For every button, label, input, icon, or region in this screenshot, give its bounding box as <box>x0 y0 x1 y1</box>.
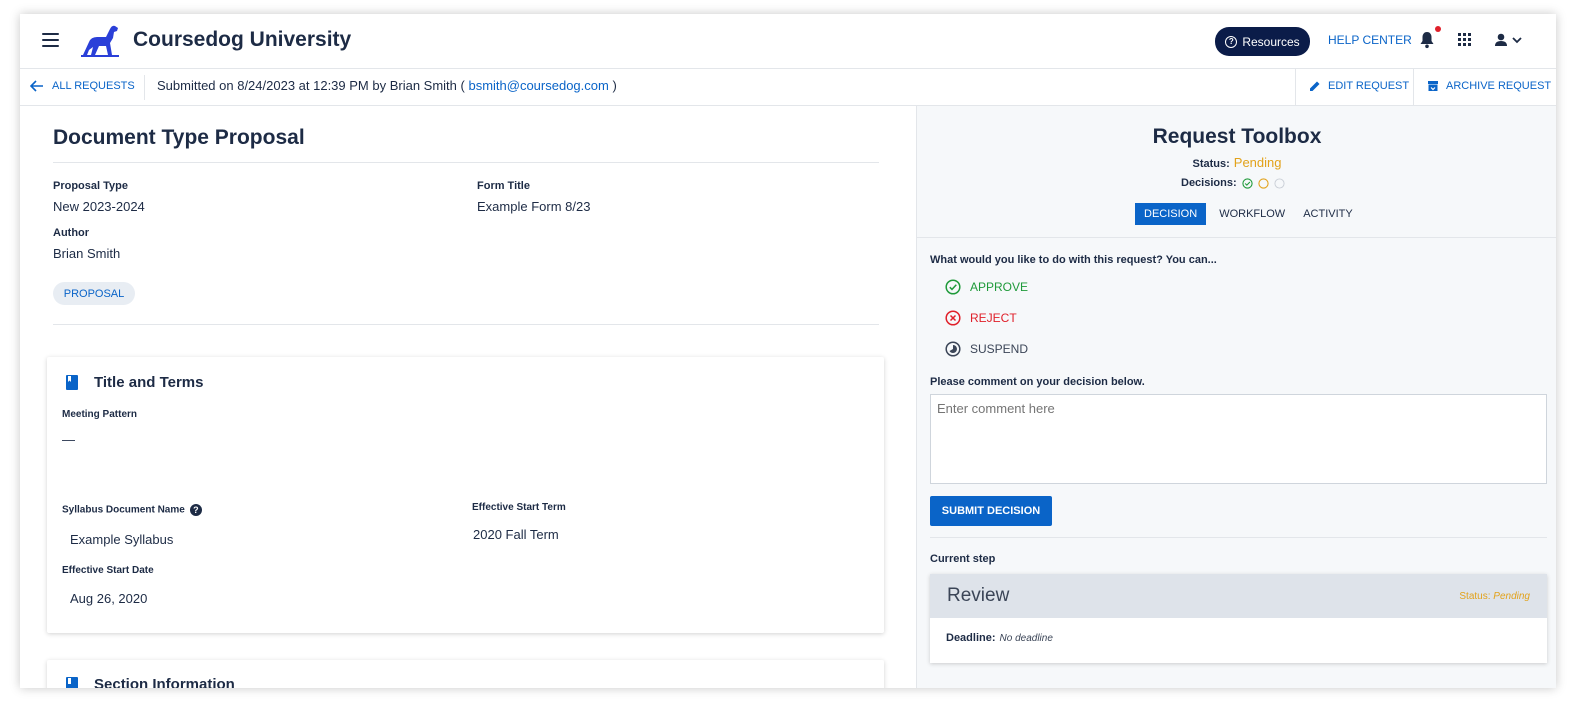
tab-decision[interactable]: DECISION <box>1135 203 1207 225</box>
toolbox-tabs: DECISION WORKFLOW ACTIVITY <box>1135 203 1362 225</box>
current-step-label: Current step <box>930 553 996 565</box>
menu-icon[interactable] <box>42 33 59 47</box>
reject-option[interactable]: REJECT <box>945 310 1017 326</box>
meeting-pattern-value: — <box>62 432 75 447</box>
request-toolbox-panel: Request Toolbox Status: Pending Decisions… <box>916 106 1556 688</box>
proposal-type-value: New 2023-2024 <box>53 199 145 214</box>
form-title-label: Form Title <box>477 180 530 192</box>
apps-grid-icon[interactable] <box>1458 33 1471 46</box>
notification-badge <box>1435 26 1441 32</box>
dog-logo[interactable] <box>79 22 121 58</box>
deadline: Deadline: No deadline <box>946 632 1053 644</box>
question-circle-icon: ? <box>1225 35 1238 48</box>
brand-title: Coursedog University <box>133 28 352 51</box>
submitted-text: Submitted on 8/24/2023 at 12:39 PM by Br… <box>157 78 465 93</box>
status-label: Status: <box>1192 158 1230 170</box>
author-label: Author <box>53 227 90 239</box>
status-value: Pending <box>1233 155 1282 170</box>
pause-circle-icon <box>945 341 961 357</box>
book-icon <box>66 375 78 390</box>
section-title: Title and Terms <box>94 374 204 391</box>
current-step-card: Review Status: Pending Deadline: No deadl… <box>930 574 1547 663</box>
tab-activity[interactable]: ACTIVITY <box>1294 203 1362 225</box>
archive-request-label: ARCHIVE REQUEST <box>1446 80 1552 92</box>
divider <box>1413 69 1414 106</box>
effective-start-date-value: Aug 26, 2020 <box>70 591 148 606</box>
resources-label: Resources <box>1242 34 1300 49</box>
deadline-label: Deadline: <box>946 632 996 644</box>
divider <box>930 537 1547 538</box>
syllabus-document-name-value: Example Syllabus <box>70 532 174 547</box>
edit-request-button[interactable]: EDIT REQUEST <box>1309 80 1409 92</box>
title-and-terms-section: Title and Terms Meeting Pattern — Syllab… <box>47 357 884 633</box>
decisions-line: Decisions: <box>1181 177 1285 189</box>
divider <box>53 162 879 163</box>
proposal-panel: Document Type Proposal Proposal Type New… <box>20 106 916 688</box>
page-title: Document Type Proposal <box>53 126 305 149</box>
step-status: Status: Pending <box>1459 591 1530 602</box>
decision-empty-icon <box>1274 177 1285 189</box>
app-window: Coursedog University ? Resources HELP CE… <box>20 14 1556 688</box>
submission-info: Submitted on 8/24/2023 at 12:39 PM by Br… <box>157 78 617 93</box>
effective-start-term-value: 2020 Fall Term <box>473 527 559 542</box>
syllabus-label-wrap: Syllabus Document Name? <box>62 504 202 516</box>
proposal-tag: PROPOSAL <box>53 282 135 305</box>
divider <box>144 75 145 100</box>
section-information-section: Section Information <box>47 660 884 688</box>
approve-label: APPROVE <box>970 280 1029 294</box>
all-requests-label: ALL REQUESTS <box>52 80 135 92</box>
step-status-value: Pending <box>1493 591 1530 602</box>
bell-icon[interactable] <box>1419 31 1435 49</box>
decision-question: What would you like to do with this requ… <box>930 254 1217 266</box>
tab-workflow[interactable]: WORKFLOW <box>1210 203 1294 225</box>
resources-button[interactable]: ? Resources <box>1215 27 1310 56</box>
archive-icon <box>1428 81 1438 91</box>
comment-textarea[interactable] <box>930 394 1547 484</box>
deadline-value: No deadline <box>999 633 1053 644</box>
submitted-suffix: ) <box>612 78 617 93</box>
author-value: Brian Smith <box>53 246 121 261</box>
decision-pending-icon <box>1258 177 1269 189</box>
edit-request-label: EDIT REQUEST <box>1328 80 1410 92</box>
meeting-pattern-label: Meeting Pattern <box>62 409 138 420</box>
book-icon <box>66 677 78 688</box>
suspend-label: SUSPEND <box>970 342 1029 356</box>
step-header: Review Status: Pending <box>930 574 1547 618</box>
divider <box>1295 69 1296 106</box>
toolbox-header: Request Toolbox Status: Pending Decisions… <box>917 106 1556 238</box>
arrow-left-icon <box>30 80 43 92</box>
decisions-label: Decisions: <box>1181 177 1237 189</box>
effective-start-term-label: Effective Start Term <box>472 502 566 513</box>
step-name: Review <box>947 585 1010 606</box>
all-requests-link[interactable]: ALL REQUESTS <box>30 80 135 92</box>
help-icon[interactable]: ? <box>189 504 202 516</box>
section-title: Section Information <box>94 676 235 688</box>
divider <box>53 324 879 325</box>
archive-request-button[interactable]: ARCHIVE REQUEST <box>1427 80 1551 92</box>
syllabus-document-name-label: Syllabus Document Name <box>62 504 185 516</box>
reject-label: REJECT <box>970 311 1017 325</box>
help-center-link[interactable]: HELP CENTER <box>1328 33 1412 47</box>
proposal-type-label: Proposal Type <box>53 180 128 192</box>
submit-decision-button[interactable]: SUBMIT DECISION <box>930 496 1052 526</box>
user-menu-icon[interactable] <box>1494 32 1524 48</box>
top-navigation-bar: Coursedog University ? Resources HELP CE… <box>20 14 1556 69</box>
x-circle-icon <box>945 310 961 326</box>
status-line: Status: Pending <box>917 155 1556 170</box>
submitter-email-link[interactable]: bsmith@coursedog.com <box>468 78 608 93</box>
request-action-bar: ALL REQUESTS Submitted on 8/24/2023 at 1… <box>20 69 1556 106</box>
form-title-value: Example Form 8/23 <box>477 199 591 214</box>
approve-option[interactable]: APPROVE <box>945 279 1028 295</box>
pencil-icon <box>1310 81 1320 91</box>
toolbox-title: Request Toolbox <box>1152 125 1322 148</box>
comment-label: Please comment on your decision below. <box>930 376 1145 388</box>
decision-approved-icon <box>1242 177 1253 189</box>
effective-start-date-label: Effective Start Date <box>62 565 154 576</box>
suspend-option[interactable]: SUSPEND <box>945 341 1028 357</box>
step-status-label: Status: <box>1459 591 1491 602</box>
check-circle-icon <box>945 279 961 295</box>
